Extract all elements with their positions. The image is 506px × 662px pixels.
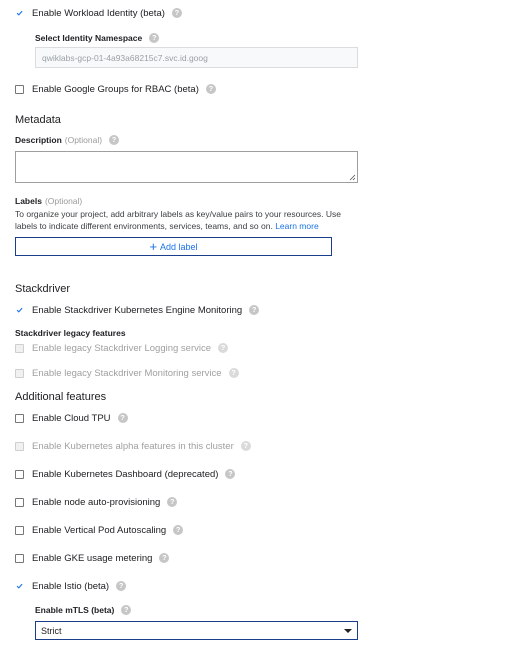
identity-namespace-input[interactable]: qwiklabs-gcp-01-4a93a68215c7.svc.id.goog bbox=[35, 47, 358, 68]
dashboard-label: Enable Kubernetes Dashboard (deprecated) bbox=[32, 468, 219, 480]
help-circle-icon[interactable]: ? bbox=[109, 135, 120, 145]
help-circle-icon[interactable]: ? bbox=[167, 497, 178, 507]
help-circle-icon[interactable]: ? bbox=[171, 8, 182, 18]
mtls-label: Enable mTLS (beta) ? bbox=[35, 605, 132, 615]
stackdriver-legacy-title: Stackdriver legacy features bbox=[15, 328, 126, 338]
help-circle-icon[interactable]: ? bbox=[149, 33, 160, 43]
identity-namespace-label: Select Identity Namespace ? bbox=[35, 33, 160, 43]
mtls-select-value: Strict bbox=[41, 625, 62, 636]
metadata-title: Metadata bbox=[15, 114, 61, 126]
gke-metering-label: Enable GKE usage metering bbox=[32, 552, 153, 564]
legacy-logging-row: Enable legacy Stackdriver Logging servic… bbox=[15, 341, 229, 355]
help-circle-icon[interactable]: ? bbox=[240, 441, 251, 451]
legacy-logging-label: Enable legacy Stackdriver Logging servic… bbox=[32, 342, 212, 354]
help-circle-icon[interactable]: ? bbox=[218, 343, 229, 353]
istio-row[interactable]: Enable Istio (beta) ? bbox=[15, 579, 127, 593]
cloud-tpu-checkbox[interactable] bbox=[15, 413, 24, 423]
labels-label: Labels (Optional) bbox=[15, 196, 83, 206]
stackdriver-monitoring-row[interactable]: Enable Stackdriver Kubernetes Engine Mon… bbox=[15, 303, 260, 317]
legacy-monitoring-label: Enable legacy Stackdriver Monitoring ser… bbox=[32, 367, 222, 379]
workload-identity-label: Enable Workload Identity (beta) bbox=[32, 7, 165, 19]
vpa-label: Enable Vertical Pod Autoscaling bbox=[32, 524, 167, 536]
help-circle-icon[interactable]: ? bbox=[228, 368, 239, 378]
cloud-tpu-label: Enable Cloud TPU bbox=[32, 412, 111, 424]
stackdriver-monitoring-label: Enable Stackdriver Kubernetes Engine Mon… bbox=[32, 304, 243, 316]
google-groups-checkbox[interactable] bbox=[15, 84, 24, 94]
stackdriver-monitoring-checkbox[interactable] bbox=[15, 305, 24, 315]
add-label-button[interactable]: + Add label bbox=[15, 237, 332, 256]
dashboard-checkbox[interactable] bbox=[15, 469, 24, 479]
vpa-checkbox[interactable] bbox=[15, 525, 24, 535]
istio-label: Enable Istio (beta) bbox=[32, 580, 110, 592]
help-circle-icon[interactable]: ? bbox=[117, 413, 128, 423]
chevron-down-icon bbox=[344, 628, 352, 633]
gke-metering-row[interactable]: Enable GKE usage metering ? bbox=[15, 551, 170, 565]
mtls-select[interactable]: Strict bbox=[35, 621, 358, 640]
help-circle-icon[interactable]: ? bbox=[205, 84, 216, 94]
workload-identity-checkbox[interactable] bbox=[15, 8, 24, 18]
labels-help-text: To organize your project, add arbitrary … bbox=[15, 209, 341, 231]
alpha-features-label: Enable Kubernetes alpha features in this… bbox=[32, 440, 234, 452]
help-circle-icon[interactable]: ? bbox=[249, 305, 260, 315]
plus-icon: + bbox=[149, 239, 158, 254]
google-groups-label: Enable Google Groups for RBAC (beta) bbox=[32, 83, 199, 95]
description-label: Description (Optional) ? bbox=[15, 135, 120, 145]
gke-metering-checkbox[interactable] bbox=[15, 553, 24, 563]
workload-identity-row[interactable]: Enable Workload Identity (beta) ? bbox=[15, 6, 182, 20]
node-auto-provisioning-row[interactable]: Enable node auto-provisioning ? bbox=[15, 495, 178, 509]
dashboard-row[interactable]: Enable Kubernetes Dashboard (deprecated)… bbox=[15, 467, 236, 481]
legacy-monitoring-checkbox bbox=[15, 368, 24, 378]
alpha-features-row: Enable Kubernetes alpha features in this… bbox=[15, 439, 251, 453]
resize-handle-icon[interactable] bbox=[349, 174, 356, 181]
node-auto-provisioning-checkbox[interactable] bbox=[15, 497, 24, 507]
vpa-row[interactable]: Enable Vertical Pod Autoscaling ? bbox=[15, 523, 184, 537]
alpha-features-checkbox bbox=[15, 441, 24, 451]
stackdriver-title: Stackdriver bbox=[15, 283, 71, 295]
help-circle-icon[interactable]: ? bbox=[121, 605, 132, 615]
description-textarea[interactable] bbox=[15, 151, 358, 183]
help-circle-icon[interactable]: ? bbox=[173, 525, 184, 535]
additional-features-title: Additional features bbox=[15, 391, 107, 403]
help-circle-icon[interactable]: ? bbox=[159, 553, 170, 563]
google-groups-row[interactable]: Enable Google Groups for RBAC (beta) ? bbox=[15, 82, 216, 96]
legacy-logging-checkbox bbox=[15, 343, 24, 353]
help-circle-icon[interactable]: ? bbox=[116, 581, 127, 591]
learn-more-link[interactable]: Learn more bbox=[275, 221, 318, 231]
node-auto-provisioning-label: Enable node auto-provisioning bbox=[32, 496, 161, 508]
istio-checkbox[interactable] bbox=[15, 581, 24, 591]
help-circle-icon[interactable]: ? bbox=[225, 469, 236, 479]
cloud-tpu-row[interactable]: Enable Cloud TPU ? bbox=[15, 411, 128, 425]
legacy-monitoring-row: Enable legacy Stackdriver Monitoring ser… bbox=[15, 366, 239, 380]
